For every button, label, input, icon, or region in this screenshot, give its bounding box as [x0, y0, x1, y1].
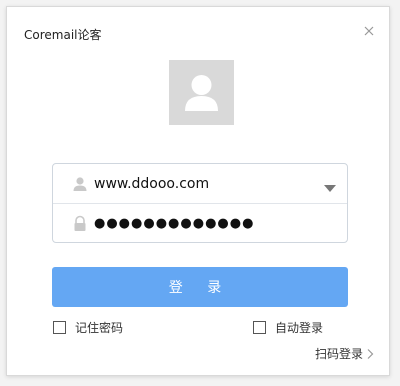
- login-dialog: Coremail论客 www.ddooo.com ●●●●●●●●●●●●● 登…: [6, 6, 390, 376]
- close-icon[interactable]: [362, 23, 376, 37]
- login-button[interactable]: 登 录: [52, 267, 348, 307]
- credentials-box: www.ddooo.com ●●●●●●●●●●●●●: [52, 163, 348, 243]
- username-field[interactable]: www.ddooo.com: [53, 164, 347, 204]
- password-value[interactable]: ●●●●●●●●●●●●●: [94, 216, 347, 231]
- remember-password-label: 记住密码: [75, 321, 124, 335]
- username-value[interactable]: www.ddooo.com: [94, 176, 347, 192]
- chevron-right-icon: [367, 348, 374, 359]
- remember-password-box[interactable]: [53, 321, 66, 334]
- user-avatar-icon: [169, 60, 234, 125]
- window-title: Coremail论客: [24, 28, 102, 42]
- qr-login-link[interactable]: 扫码登录: [315, 345, 374, 362]
- user-icon: [71, 175, 89, 193]
- auto-login-box[interactable]: [253, 321, 266, 334]
- caret-down-icon[interactable]: [323, 178, 337, 192]
- lock-icon: [71, 215, 89, 233]
- qr-login-label[interactable]: 扫码登录: [315, 345, 363, 362]
- auto-login-label: 自动登录: [275, 321, 324, 335]
- password-field[interactable]: ●●●●●●●●●●●●●: [53, 204, 347, 243]
- remember-password-checkbox[interactable]: 记住密码: [53, 319, 123, 336]
- auto-login-checkbox[interactable]: 自动登录: [253, 319, 323, 336]
